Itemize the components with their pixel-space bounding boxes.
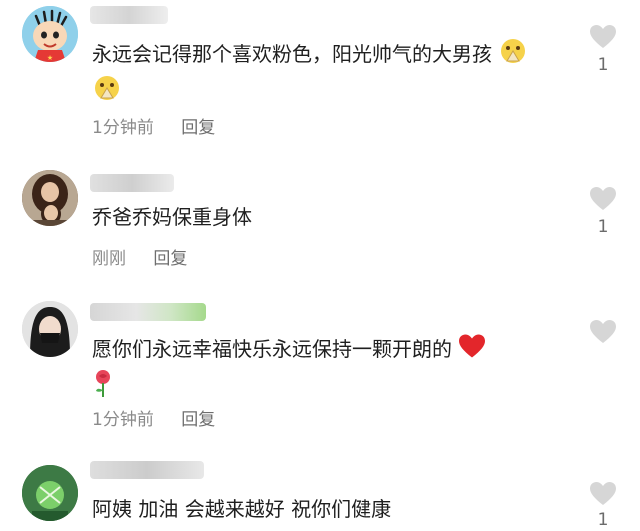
- comment-item: 阿姨 加油 会越来越好 祝你们健康 1: [0, 455, 640, 531]
- svg-text:★: ★: [47, 54, 53, 62]
- username-blurred[interactable]: [90, 303, 206, 321]
- heart-outline-icon: [590, 320, 616, 343]
- comment-text: 乔爸乔妈保重身体: [92, 205, 252, 229]
- like-count: 1: [597, 217, 609, 237]
- like-button[interactable]: [586, 319, 620, 344]
- like-button[interactable]: 1: [586, 481, 620, 530]
- comment-text: 永远会记得那个喜欢粉色，阳光帅气的大男孩: [92, 37, 544, 111]
- avatar[interactable]: [22, 170, 78, 226]
- heart-outline-icon: [590, 187, 616, 210]
- comment-item: 乔爸乔妈保重身体 刚刚 回复 1: [0, 160, 640, 280]
- reply-button[interactable]: 回复: [153, 244, 187, 269]
- reply-button[interactable]: 回复: [181, 113, 215, 138]
- username-blurred[interactable]: [90, 6, 168, 24]
- red-heart-emoji: [458, 333, 486, 368]
- username-blurred[interactable]: [90, 174, 174, 192]
- rose-emoji: [92, 368, 114, 407]
- heart-outline-icon: [590, 25, 616, 48]
- username-blurred[interactable]: [90, 461, 204, 479]
- comment-time: 1分钟前: [92, 410, 154, 430]
- comment-meta: 1分钟前 回复: [92, 113, 215, 138]
- comment-text: 愿你们永远幸福快乐永远保持一颗开朗的: [92, 333, 544, 407]
- heart-outline-icon: [590, 482, 616, 505]
- like-count: 1: [597, 510, 609, 530]
- avatar[interactable]: [22, 301, 78, 357]
- comment-time: 刚刚: [92, 249, 126, 269]
- like-count: 1: [597, 55, 609, 75]
- comment-time: 1分钟前: [92, 118, 154, 138]
- avatar[interactable]: ★: [22, 6, 78, 62]
- comment-meta: 刚刚 回复: [92, 244, 187, 269]
- praying-emoji: [92, 74, 122, 111]
- comment-meta: 1分钟前 回复: [92, 405, 215, 430]
- avatar[interactable]: [22, 465, 78, 521]
- comment-item: ★ 永远会记得那个喜欢粉色，阳光帅气的大男孩 1分钟前 回复 1: [0, 0, 640, 150]
- reply-button[interactable]: 回复: [181, 405, 215, 430]
- comment-item: 愿你们永远幸福快乐永远保持一颗开朗的 1分钟前 回复: [0, 295, 640, 445]
- like-button[interactable]: 1: [586, 24, 620, 75]
- like-button[interactable]: 1: [586, 186, 620, 237]
- comment-text: 阿姨 加油 会越来越好 祝你们健康: [92, 497, 392, 521]
- praying-emoji: [498, 37, 528, 74]
